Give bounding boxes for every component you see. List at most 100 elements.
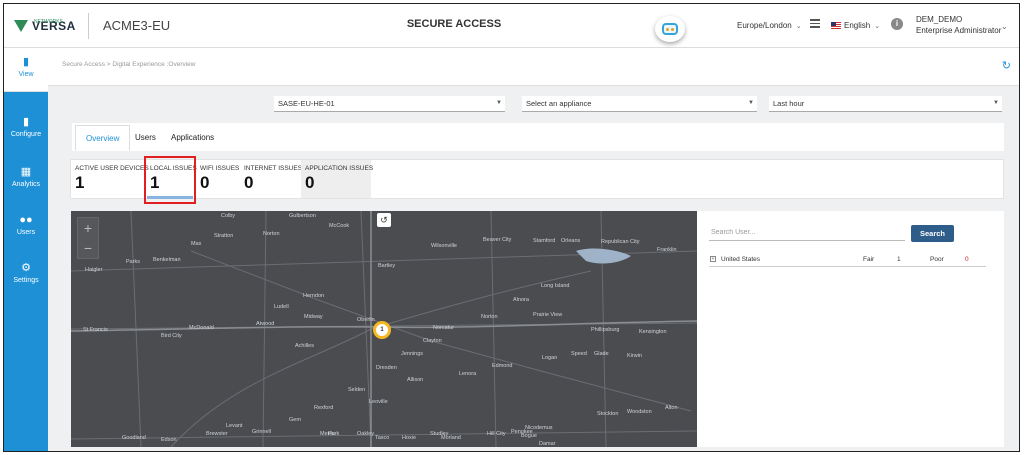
metric-wifi-issues[interactable]: WIFI ISSUES 0 xyxy=(196,160,240,198)
document-icon: ▮ xyxy=(22,56,30,68)
page-title: SECURE ACCESS xyxy=(406,18,502,30)
country-row[interactable]: + United States Fair 1 Poor 0 xyxy=(709,253,986,267)
user-role: Enterprise Administrator xyxy=(916,26,1002,35)
annotation-highlight-box xyxy=(144,156,196,204)
map-place-label: Parks xyxy=(126,259,141,265)
chevron-down-icon[interactable]: ⌄ xyxy=(1001,22,1008,31)
zoom-out-button[interactable]: − xyxy=(78,238,98,258)
map-place-label: Park xyxy=(328,431,340,437)
map-place-label: Kensington xyxy=(639,329,667,335)
map-place-label: Long Island xyxy=(541,283,570,289)
map-place-label: Haigler xyxy=(85,267,103,273)
info-icon[interactable]: i xyxy=(891,18,903,30)
config-doc-icon: ▮ xyxy=(22,116,30,128)
breadcrumb-bar: Secure Access > Digital Experience :Over… xyxy=(48,48,1019,86)
user-menu[interactable]: DEM_DEMO Enterprise Administrator xyxy=(916,14,1001,36)
fair-count: 1 xyxy=(897,256,901,263)
map-place-label: Edmond xyxy=(492,363,513,369)
user-cluster-marker[interactable]: 1 xyxy=(373,321,391,339)
left-nav: ▮ View ▮ Configure ▦ Analytics ●● Users … xyxy=(4,48,48,451)
map-place-label: Edson xyxy=(161,437,177,443)
map-place-label: Midway xyxy=(304,314,323,320)
poor-count: 0 xyxy=(965,256,969,263)
poor-label: Poor xyxy=(930,256,944,263)
map-place-label: Hoxie xyxy=(402,435,417,441)
map-place-label: Clayton xyxy=(423,338,442,344)
map-place-label: Republican City xyxy=(601,239,640,245)
list-icon[interactable] xyxy=(810,19,820,29)
map-place-label: McCook xyxy=(329,223,350,229)
nav-item-settings[interactable]: ⚙ Settings xyxy=(4,254,48,298)
map-place-label: Goodland xyxy=(122,435,146,441)
versa-logo-icon xyxy=(14,20,28,32)
app-window: VERSA NETWORKS ACME3-EU SECURE ACCESS Eu… xyxy=(3,3,1020,452)
timezone-selector[interactable]: Europe/London ⌄ xyxy=(737,21,802,30)
nav-label: Settings xyxy=(13,277,39,284)
appliance-select[interactable]: Select an appliance ▼ xyxy=(522,96,757,112)
search-user-input[interactable] xyxy=(709,225,905,241)
map-place-label: Speed xyxy=(571,351,587,357)
caret-down-icon: ▼ xyxy=(748,100,754,106)
map-place-label: Logan xyxy=(542,355,558,361)
tab-applications[interactable]: Applications xyxy=(161,125,224,151)
nav-item-view[interactable]: ▮ View xyxy=(4,48,48,92)
map-place-label: Orleans xyxy=(561,238,581,244)
caret-down-icon: ▼ xyxy=(993,100,999,106)
tab-overview[interactable]: Overview xyxy=(75,125,131,151)
metric-internet-issues[interactable]: INTERNET ISSUES 0 xyxy=(240,160,302,198)
nav-label: Analytics xyxy=(11,181,40,188)
tab-users[interactable]: Users xyxy=(125,125,166,151)
tenant-name: ACME3-EU xyxy=(88,13,170,39)
zoom-in-button[interactable]: + xyxy=(78,218,98,238)
nav-item-configure[interactable]: ▮ Configure xyxy=(4,108,48,152)
map-place-label: Lenora xyxy=(459,371,477,377)
map-place-label: McDonald xyxy=(189,325,214,331)
map-place-label: Hill City xyxy=(487,431,506,437)
map-place-label: Gulbertson xyxy=(289,213,316,219)
region-select[interactable]: SASE-EU-HE-01 ▼ xyxy=(274,96,505,112)
metric-label: INTERNET ISSUES xyxy=(244,165,303,172)
map-place-label: Allison xyxy=(407,377,424,383)
map-place-label: Alnora xyxy=(513,297,529,303)
map-place-label: Damar xyxy=(539,441,556,447)
nav-item-analytics[interactable]: ▦ Analytics xyxy=(4,158,48,202)
refresh-icon[interactable]: ↻ xyxy=(1002,59,1011,72)
metric-value: 1 xyxy=(75,173,85,192)
user-search-panel: Search + United States Fair 1 Poor 0 xyxy=(697,211,1004,447)
map-place-label: Herndon xyxy=(303,293,325,299)
time-range-select[interactable]: Last hour ▼ xyxy=(769,96,1002,112)
chart-icon: ▦ xyxy=(20,166,32,178)
metric-active-user-devices[interactable]: ACTIVE USER DEVICES 1 xyxy=(71,160,149,198)
map-view[interactable]: Colby Gulbertson McCook Norton Stratton Max Wi… xyxy=(71,211,697,447)
metric-value: 0 xyxy=(200,173,210,192)
map-place-label: Leoville xyxy=(369,399,388,405)
nav-label: Configure xyxy=(10,131,42,138)
map-place-label: Benkelman xyxy=(153,257,181,263)
metric-value: 0 xyxy=(244,173,254,192)
assistant-bot-button[interactable] xyxy=(655,16,685,42)
gear-icon: ⚙ xyxy=(21,262,31,274)
map-place-label: Norcatur xyxy=(433,325,455,331)
nav-label: View xyxy=(18,71,34,78)
map-place-label: Beaver City xyxy=(483,237,512,243)
map-place-label: Achilles xyxy=(295,343,314,349)
expand-icon[interactable]: + xyxy=(710,256,716,262)
nav-item-users[interactable]: ●● Users xyxy=(4,206,48,250)
language-selector[interactable]: English ⌄ xyxy=(831,21,880,30)
metric-application-issues[interactable]: APPLICATION ISSUES 0 xyxy=(301,160,373,198)
breadcrumb: Secure Access > Digital Experience :Over… xyxy=(62,61,196,68)
reset-view-button[interactable]: ↺ xyxy=(377,213,391,227)
map-place-label: Morland xyxy=(441,435,461,441)
map-place-label: Ludell xyxy=(274,304,289,310)
map-place-label: Jennings xyxy=(401,351,424,357)
caret-down-icon: ▼ xyxy=(496,100,502,106)
us-flag-icon xyxy=(831,22,841,29)
map-place-label: Tasco xyxy=(375,435,390,441)
map-place-label: Atwood xyxy=(256,321,275,327)
metric-value: 0 xyxy=(305,173,315,192)
map-place-label: Stockton xyxy=(597,411,619,417)
search-button[interactable]: Search xyxy=(911,225,954,242)
map-place-label: Norton xyxy=(263,231,280,237)
zoom-control[interactable]: + − xyxy=(77,217,99,259)
top-bar: VERSA NETWORKS ACME3-EU SECURE ACCESS Eu… xyxy=(4,4,1019,48)
